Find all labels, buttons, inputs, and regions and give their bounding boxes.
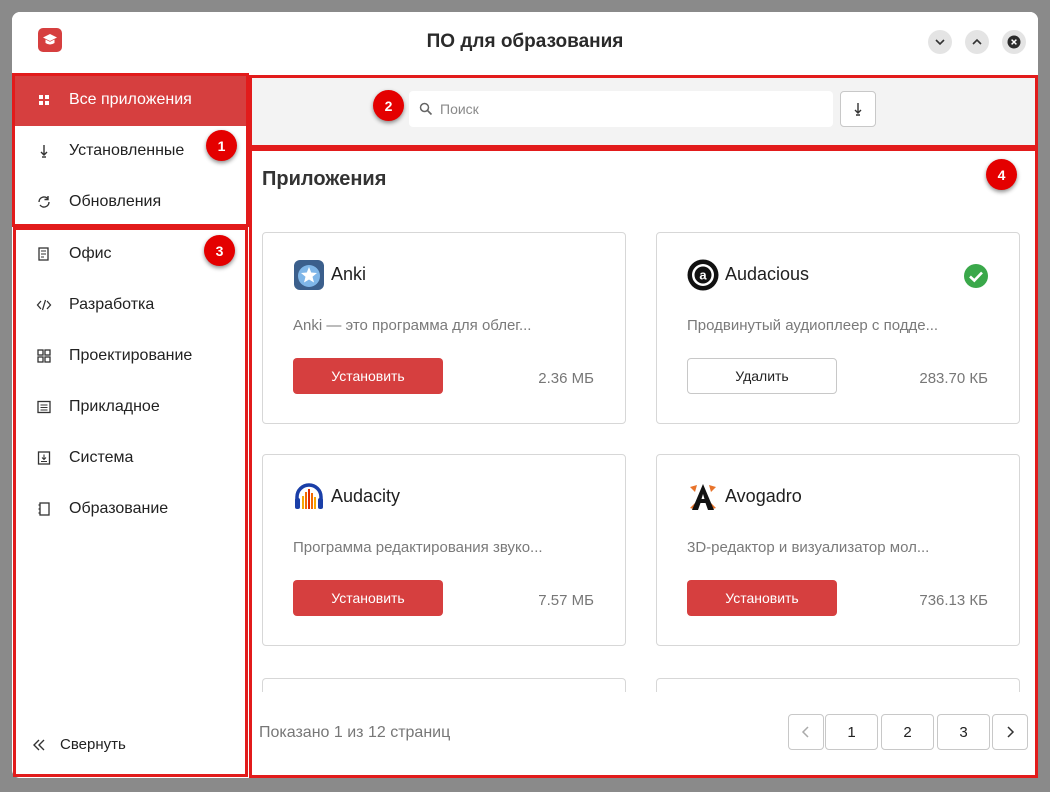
sidebar-item-label: Прикладное: [69, 398, 160, 415]
search-icon: [419, 102, 433, 116]
avogadro-logo-icon: [690, 484, 716, 510]
refresh-icon: [38, 196, 50, 208]
double-chevron-left-icon: [33, 739, 45, 750]
close-button[interactable]: [1002, 30, 1026, 54]
close-icon: [1007, 35, 1021, 49]
pagination-summary: Показано 1 из 12 страниц: [259, 724, 451, 741]
svg-text:a: a: [699, 268, 707, 283]
book-icon: [38, 502, 50, 516]
sidebar-item-label: Проектирование: [69, 347, 193, 364]
title-bar: ПО для образования: [12, 12, 1038, 74]
app-card-partial[interactable]: [656, 678, 1020, 692]
annotation-number: 3: [204, 235, 235, 266]
window-title: ПО для образования: [426, 31, 624, 52]
page-button-1[interactable]: 1: [825, 714, 878, 750]
app-card-avogadro[interactable]: Avogadro 3D-редактор и визуализатор мол.…: [656, 454, 1020, 646]
section-title: Приложения: [262, 168, 387, 190]
install-button[interactable]: Установить: [293, 358, 443, 394]
app-name: Avogadro: [725, 486, 802, 506]
minimize-button[interactable]: [928, 30, 952, 54]
app-size: 736.13 КБ: [919, 592, 988, 609]
app-card-audacity[interactable]: Audacity Программа редактирования звуко.…: [262, 454, 626, 646]
download-icon: [40, 145, 48, 158]
app-card-audacious[interactable]: a Audacious Продвинутый аудиоплеер с под…: [656, 232, 1020, 424]
sidebar-item-education[interactable]: Образование: [14, 484, 248, 535]
chevron-down-icon: [935, 39, 945, 46]
document-edit-icon: [38, 247, 49, 261]
install-button[interactable]: Установить: [293, 580, 443, 616]
list-icon: [37, 400, 51, 414]
search-box[interactable]: [409, 91, 833, 127]
sidebar-item-label: Разработка: [69, 296, 155, 313]
app-size: 7.57 МБ: [538, 592, 594, 609]
chevron-right-icon: [1007, 726, 1015, 738]
audacity-logo-icon: [295, 483, 323, 509]
sidebar-item-development[interactable]: Разработка: [14, 280, 248, 331]
sidebar-item-all-apps[interactable]: Все приложения: [14, 75, 248, 126]
sidebar-item-applied[interactable]: Прикладное: [14, 382, 248, 433]
app-window: ПО для образования Все приложения Устано…: [12, 12, 1038, 778]
app-name: Audacious: [725, 264, 810, 284]
chevron-left-icon: [801, 726, 809, 738]
app-name: Audacity: [331, 486, 401, 506]
search-input[interactable]: [440, 101, 820, 117]
annotation-number: 2: [373, 90, 404, 121]
sidebar-item-label: Установленные: [69, 142, 185, 159]
anki-logo-icon: [294, 260, 324, 290]
app-name: Anki: [331, 264, 367, 284]
page-button-3[interactable]: 3: [937, 714, 990, 750]
remove-button[interactable]: Удалить: [687, 358, 837, 394]
sidebar-item-label: Система: [69, 449, 134, 466]
system-icon: [37, 451, 51, 465]
sidebar-item-label: Офис: [69, 245, 112, 262]
app-card-partial[interactable]: [262, 678, 626, 692]
sidebar-item-label: Обновления: [69, 193, 162, 210]
blocks-icon: [37, 349, 51, 363]
app-description: 3D-редактор и визуализатор мол...: [687, 539, 930, 556]
app-description: Программа редактирования звуко...: [293, 539, 543, 556]
annotation-number: 1: [206, 130, 237, 161]
chevron-up-icon: [972, 38, 982, 45]
prev-page-button[interactable]: [788, 714, 824, 750]
download-icon: [854, 103, 862, 116]
sidebar-item-updates[interactable]: Обновления: [14, 177, 248, 228]
annotation-number: 4: [986, 159, 1017, 190]
install-from-file-button[interactable]: [840, 91, 876, 127]
sidebar-item-label: Все приложения: [69, 91, 192, 108]
toolbar: [252, 76, 1038, 148]
install-button[interactable]: Установить: [687, 580, 837, 616]
app-description: Продвинутый аудиоплеер с подде...: [687, 317, 939, 334]
sidebar-item-design[interactable]: Проектирование: [14, 331, 248, 382]
next-page-button[interactable]: [992, 714, 1028, 750]
code-icon: [36, 299, 52, 311]
collapse-sidebar-button[interactable]: Свернуть: [32, 736, 126, 753]
app-size: 2.36 МБ: [538, 370, 594, 387]
grid-icon: [39, 95, 49, 105]
installed-check-icon: [964, 264, 988, 288]
sidebar-item-system[interactable]: Система: [14, 433, 248, 484]
maximize-button[interactable]: [965, 30, 989, 54]
collapse-label: Свернуть: [60, 736, 126, 753]
audacious-logo-icon: a: [687, 259, 719, 291]
app-description: Anki — это программа для облег...: [293, 317, 532, 334]
app-size: 283.70 КБ: [919, 370, 988, 387]
app-card-anki[interactable]: Anki Anki — это программа для облег... У…: [262, 232, 626, 424]
page-button-2[interactable]: 2: [881, 714, 934, 750]
sidebar-item-label: Образование: [69, 500, 169, 517]
